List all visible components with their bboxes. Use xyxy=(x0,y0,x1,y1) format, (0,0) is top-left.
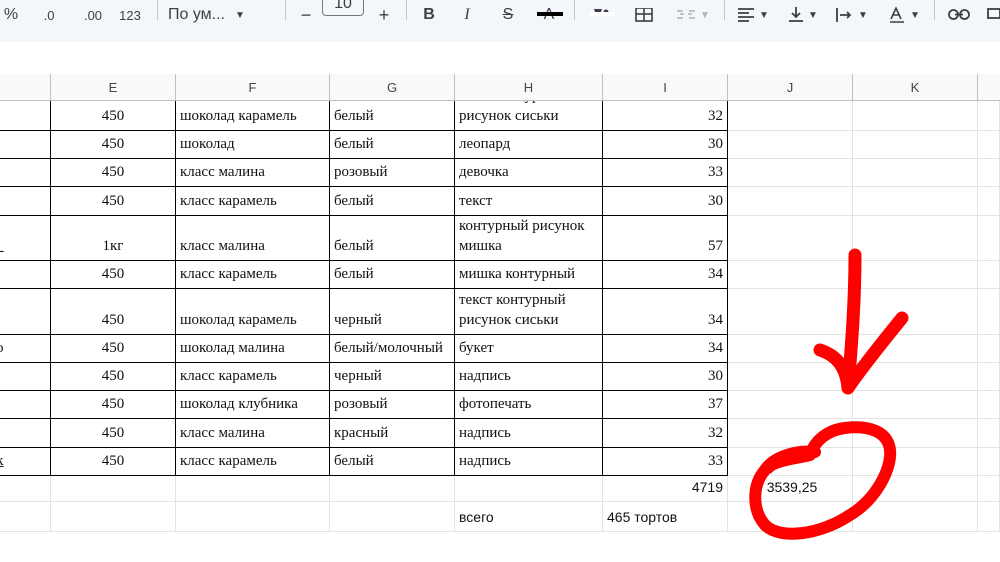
arrow-down-icon xyxy=(813,248,909,395)
red-annotation xyxy=(749,248,909,540)
circle-highlight-icon xyxy=(749,421,897,540)
